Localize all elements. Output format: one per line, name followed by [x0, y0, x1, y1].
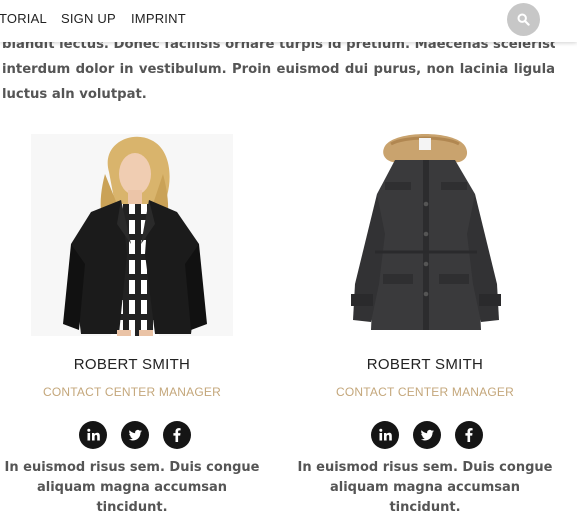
nav-item-tutorial[interactable]: TORIAL [0, 11, 47, 26]
twitter-link[interactable] [121, 421, 149, 449]
linkedin-link[interactable] [79, 421, 107, 449]
search-icon [517, 13, 530, 26]
bio-line: In euismod risus sem. Duis congue [4, 460, 260, 475]
intro-line: luctus aln volutpat. [2, 87, 147, 102]
team-member-photo [31, 134, 233, 336]
team-member-role: CONTACT CENTER MANAGER [43, 385, 221, 399]
facebook-icon [173, 428, 181, 442]
team-member-name: ROBERT SMITH [73, 356, 191, 373]
twitter-icon [420, 429, 434, 441]
intro-line: interdum dolor in vestibulum. Proin euis… [2, 62, 555, 77]
team-member-bio: In euismod risus sem. Duis congue aliqua… [295, 458, 555, 518]
facebook-link[interactable] [163, 421, 191, 449]
facebook-link[interactable] [455, 421, 483, 449]
team-member-name: ROBERT SMITH [366, 356, 484, 373]
team-member-bio: In euismod risus sem. Duis congue aliqua… [2, 458, 262, 518]
social-links [295, 421, 555, 449]
bio-line: aliquam magna accumsan tincidunt. [36, 480, 228, 515]
bio-line: In euismod risus sem. Duis congue [297, 460, 553, 475]
twitter-icon [128, 429, 142, 441]
linkedin-icon [87, 428, 100, 441]
intro-paragraph: blandit lectus. Donec facilisis ornare t… [2, 32, 555, 107]
bio-line: aliquam magna accumsan tincidunt. [329, 480, 521, 515]
team-member-role: CONTACT CENTER MANAGER [336, 385, 514, 399]
top-navigation-bar: TORIAL SIGN UP IMPRINT [0, 0, 577, 42]
social-links [2, 421, 262, 449]
linkedin-link[interactable] [371, 421, 399, 449]
search-button[interactable] [507, 3, 540, 36]
nav-item-imprint[interactable]: IMPRINT [131, 11, 186, 26]
nav-item-sign-up[interactable]: SIGN UP [61, 11, 116, 26]
facebook-icon [465, 428, 473, 442]
team-member-photo [325, 134, 527, 336]
linkedin-icon [379, 428, 392, 441]
twitter-link[interactable] [413, 421, 441, 449]
